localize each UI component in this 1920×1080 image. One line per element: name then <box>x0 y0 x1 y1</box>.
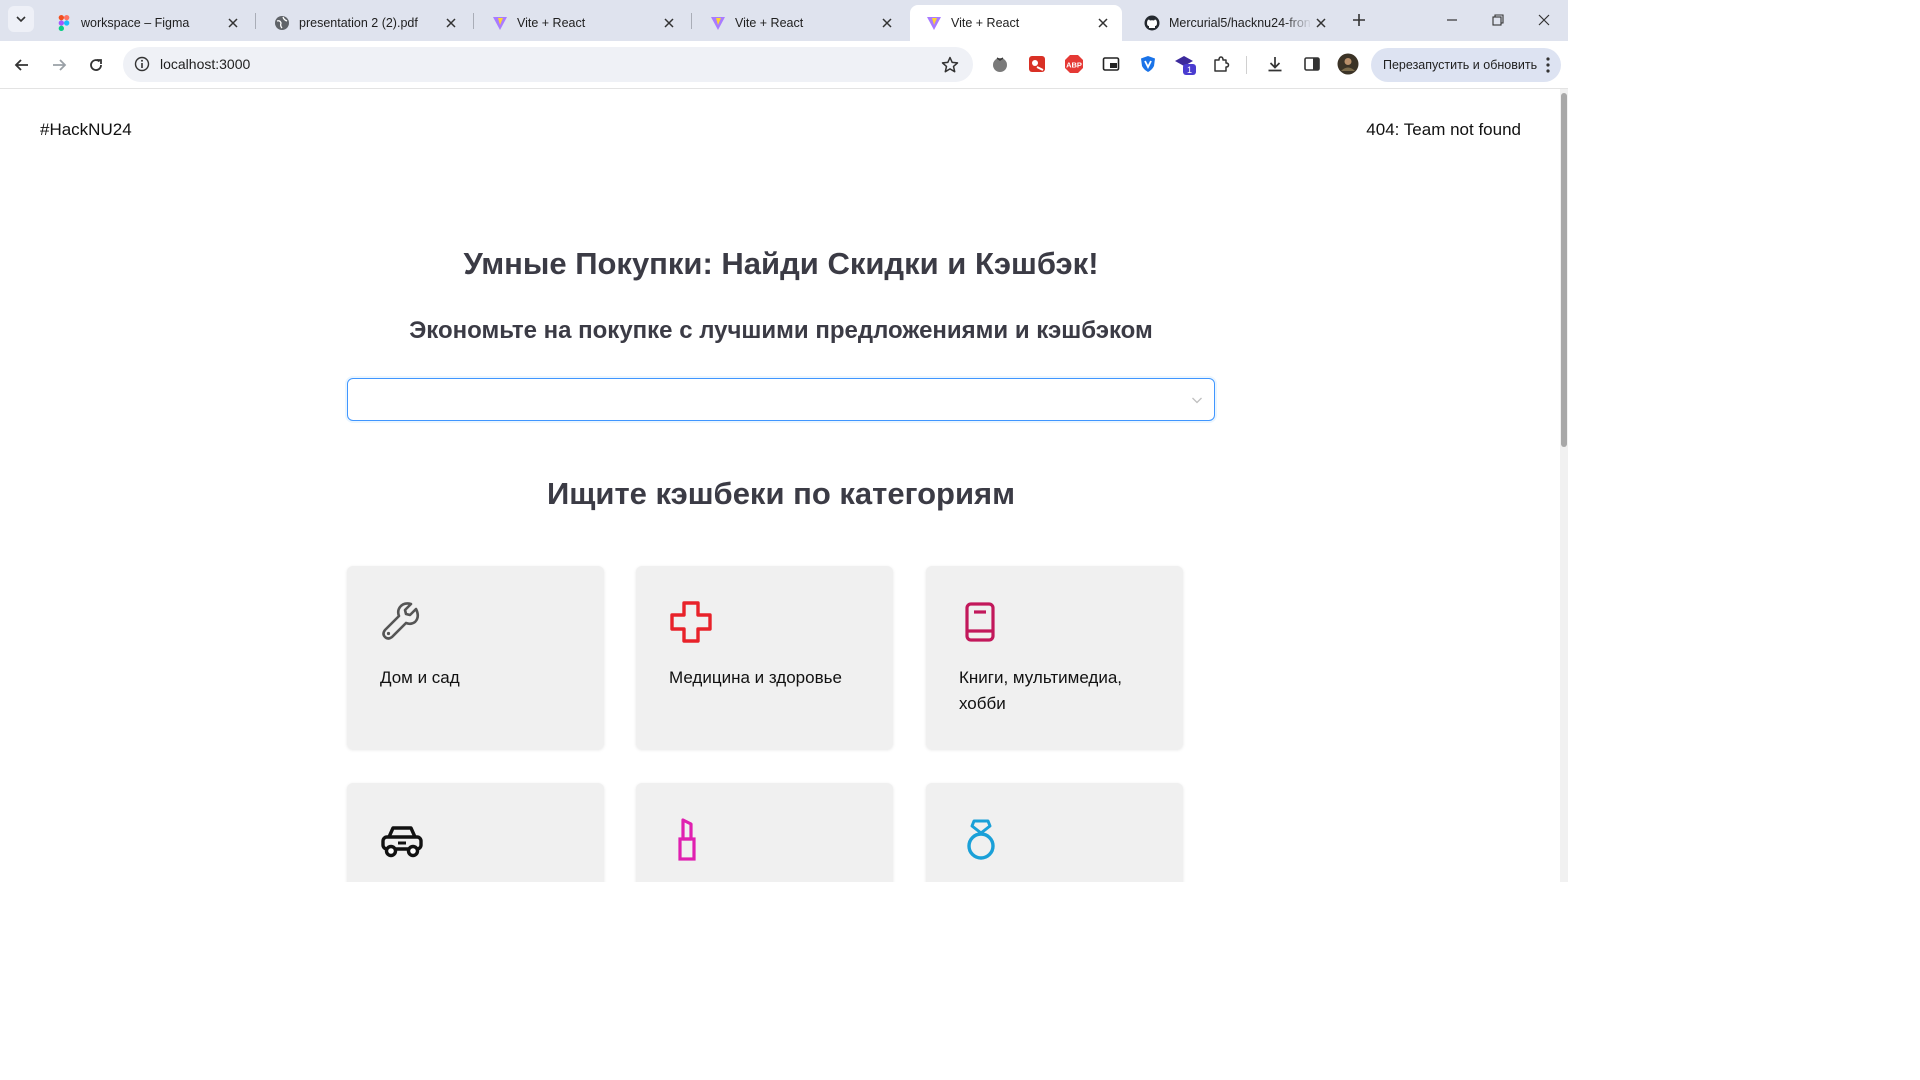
tab-figma[interactable]: workspace – Figma <box>40 5 252 41</box>
adblock-plus-icon[interactable]: ABP <box>1063 53 1085 75</box>
vite-icon <box>492 15 508 31</box>
minimize-button[interactable] <box>1429 0 1475 40</box>
wrench-icon <box>380 599 426 645</box>
extension-badge: 1 <box>1187 65 1192 75</box>
globe-icon <box>274 15 290 31</box>
category-card-home-garden[interactable]: Дом и сад <box>347 566 604 749</box>
relaunch-update-button[interactable]: Перезапустить и обновить <box>1371 48 1561 82</box>
figma-icon <box>56 15 72 31</box>
tab-pdf[interactable]: presentation 2 (2).pdf <box>258 5 470 41</box>
close-icon[interactable] <box>442 14 460 32</box>
extension-tomato-icon[interactable] <box>989 53 1011 75</box>
plus-icon <box>1353 14 1365 26</box>
reload-button[interactable] <box>82 51 110 79</box>
bookmark-star-icon[interactable] <box>939 54 961 76</box>
category-card-jewelry[interactable] <box>926 783 1183 882</box>
tab-strip: workspace – Figma presentation 2 (2).pdf… <box>0 0 1568 41</box>
category-card-auto[interactable] <box>347 783 604 882</box>
tab-search-button[interactable] <box>8 6 34 32</box>
tab-title: Mercurial5/hacknu24-front <box>1169 16 1312 30</box>
new-tab-button[interactable] <box>1348 9 1370 31</box>
more-vert-icon[interactable] <box>1545 56 1551 77</box>
medical-cross-icon <box>669 599 715 645</box>
picture-in-picture-icon[interactable] <box>1100 53 1122 75</box>
close-icon <box>1538 14 1550 26</box>
arrow-right-icon <box>53 59 67 71</box>
reload-icon <box>90 59 102 71</box>
book-icon <box>959 599 1005 645</box>
svg-text:ABP: ABP <box>1066 61 1082 70</box>
close-icon[interactable] <box>1094 14 1112 32</box>
tab-divider <box>255 13 256 29</box>
vite-icon <box>926 15 942 31</box>
page-scrollbar[interactable] <box>1560 89 1568 882</box>
toolbar-divider <box>1246 56 1247 74</box>
url-text[interactable]: localhost:3000 <box>160 56 250 72</box>
chevron-down-icon <box>1192 397 1202 404</box>
lipstick-icon <box>669 816 715 862</box>
tab-title: workspace – Figma <box>81 16 190 30</box>
restore-button[interactable] <box>1475 0 1521 40</box>
vite-icon <box>710 15 726 31</box>
car-icon <box>380 816 426 862</box>
arrow-left-icon <box>14 59 28 71</box>
tab-vite-1[interactable]: Vite + React <box>476 5 688 41</box>
minimize-icon <box>1447 19 1457 21</box>
page-content: #HackNU24 404: Team not found Умные Поку… <box>0 89 1568 882</box>
extension-graduation-icon[interactable]: 1 <box>1174 53 1196 75</box>
chevron-down-icon <box>16 16 26 23</box>
avatar[interactable] <box>1337 53 1359 75</box>
shield-icon[interactable] <box>1137 53 1159 75</box>
relaunch-label: Перезапустить и обновить <box>1383 58 1538 72</box>
team-name: 404: Team not found <box>1366 120 1521 139</box>
scrollbar-thumb[interactable] <box>1561 93 1567 447</box>
tab-title: Vite + React <box>735 16 804 30</box>
brand-logo-text[interactable]: #HackNU24 <box>40 120 132 140</box>
category-label: Книги, мультимедиа, хобби <box>959 668 1123 713</box>
page-title: Умные Покупки: Найди Скидки и Кэшбэк! <box>463 246 1099 281</box>
back-button[interactable] <box>8 51 36 79</box>
category-card-books-media-hobby[interactable]: Книги, мультимедиа, хобби <box>926 566 1183 749</box>
forward-button[interactable] <box>45 51 73 79</box>
tab-github[interactable]: Mercurial5/hacknu24-front <box>1128 5 1340 41</box>
side-panel-icon[interactable] <box>1301 53 1323 75</box>
browser-toolbar: localhost:3000 ABP 1 Перезапустить и обн… <box>0 41 1568 89</box>
tab-vite-2[interactable]: Vite + React <box>694 5 906 41</box>
page-subtitle: Экономьте на покупке с лучшими предложен… <box>409 317 1153 344</box>
tab-vite-active[interactable]: Vite + React <box>910 5 1122 41</box>
download-icon[interactable] <box>1264 53 1286 75</box>
category-card-medicine-health[interactable]: Медицина и здоровье <box>636 566 893 749</box>
restore-icon <box>1492 14 1504 26</box>
site-info-icon[interactable] <box>131 53 153 75</box>
search-select[interactable] <box>347 378 1215 421</box>
extensions-puzzle-icon[interactable] <box>1210 53 1232 75</box>
ring-icon <box>959 816 1005 862</box>
category-card-beauty[interactable] <box>636 783 893 882</box>
close-icon[interactable] <box>878 14 896 32</box>
extension-red-icon[interactable] <box>1026 53 1048 75</box>
close-icon[interactable] <box>1312 14 1330 32</box>
github-icon <box>1144 15 1160 31</box>
tab-title: presentation 2 (2).pdf <box>299 16 418 30</box>
close-window-button[interactable] <box>1521 0 1567 40</box>
category-label: Медицина и здоровье <box>669 668 842 687</box>
category-label: Дом и сад <box>380 668 460 687</box>
close-icon[interactable] <box>224 14 242 32</box>
tab-title: Vite + React <box>517 16 586 30</box>
categories-title: Ищите кэшбеки по категориям <box>546 476 1016 511</box>
tab-title: Vite + React <box>951 16 1020 30</box>
address-bar[interactable]: localhost:3000 <box>123 47 973 82</box>
close-icon[interactable] <box>660 14 678 32</box>
tab-divider <box>691 13 692 29</box>
tab-divider <box>473 13 474 29</box>
